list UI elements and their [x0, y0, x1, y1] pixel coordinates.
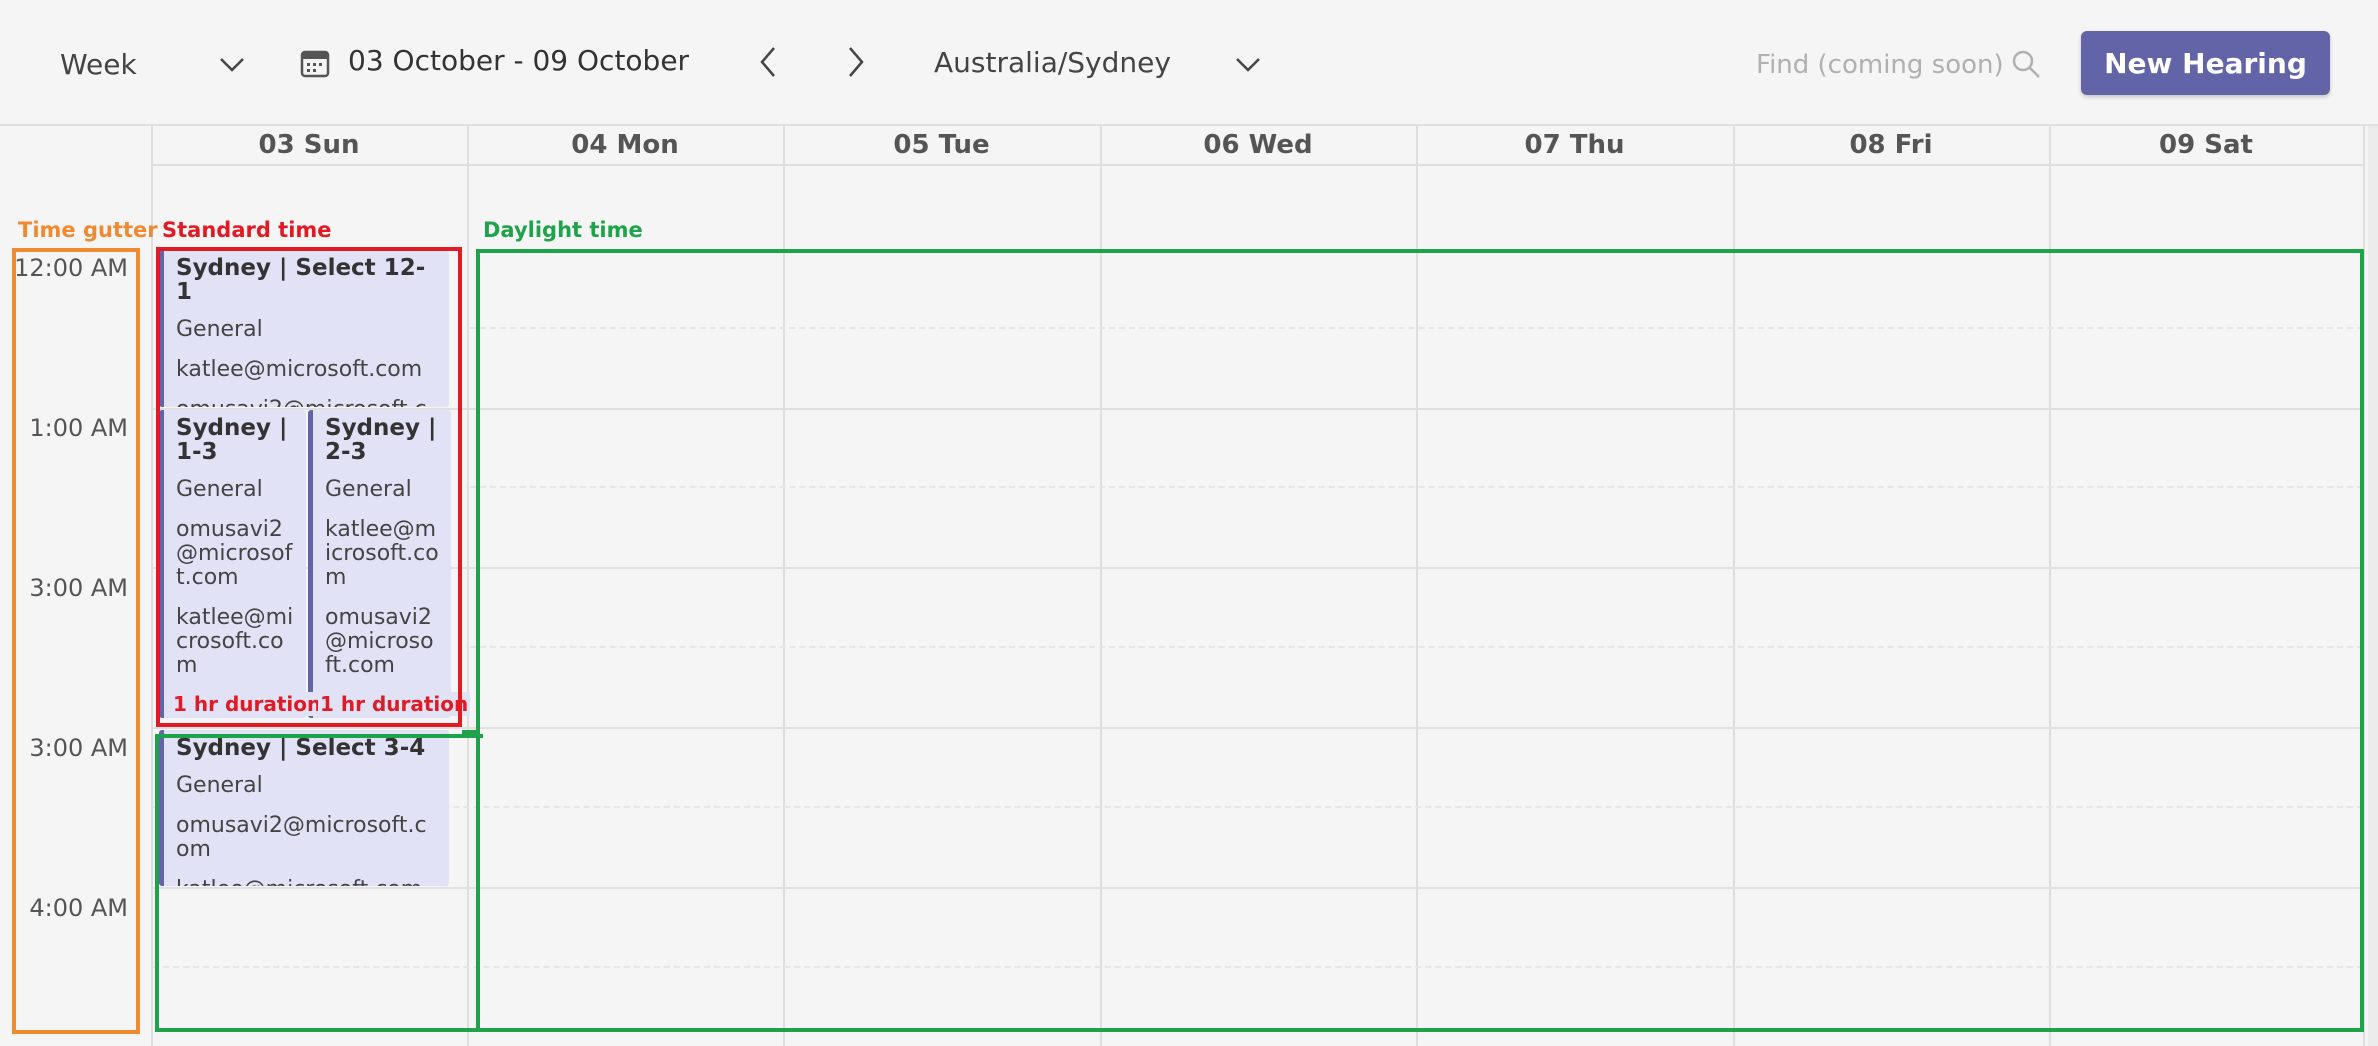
view-select-label: Week	[60, 47, 137, 81]
timezone-label: Australia/Sydney	[934, 46, 1171, 79]
time-gutter-annotation: Time gutter	[18, 218, 158, 242]
timezone-select[interactable]: Australia/Sydney	[934, 40, 1274, 88]
day-header-mon: 04 Mon	[571, 130, 679, 160]
time-gutter-highlight	[12, 248, 140, 1034]
day-header-fri: 08 Fri	[1849, 130, 1933, 160]
standard-time-highlight	[156, 247, 462, 727]
search-box[interactable]	[1754, 40, 2044, 88]
daylight-time-highlight	[476, 249, 2364, 1032]
previous-week-button[interactable]	[748, 40, 788, 88]
daylight-time-connector	[462, 730, 480, 734]
standard-time-annotation: Standard time	[162, 218, 332, 242]
vertical-scrollbar[interactable]	[2368, 126, 2378, 1046]
daylight-time-highlight-left	[155, 734, 483, 1032]
date-range-label[interactable]: 03 October - 09 October	[348, 44, 689, 77]
day-header-thu: 07 Thu	[1524, 130, 1625, 160]
toolbar-divider	[0, 124, 2378, 126]
day-header-wed: 06 Wed	[1203, 130, 1313, 160]
chevron-down-icon	[218, 54, 246, 78]
view-select[interactable]: Week	[60, 40, 250, 88]
day-header-sat: 09 Sat	[2159, 130, 2253, 160]
day-header-sun: 03 Sun	[258, 130, 360, 160]
daylight-time-annotation: Daylight time	[483, 218, 643, 242]
grid-line	[151, 126, 153, 1046]
calendar-icon	[300, 48, 330, 82]
chevron-right-icon	[845, 45, 867, 83]
chevron-left-icon	[757, 45, 779, 83]
new-hearing-button[interactable]: New Hearing	[2081, 31, 2330, 95]
search-icon[interactable]	[2010, 48, 2042, 84]
grid-line	[151, 164, 2365, 166]
chevron-down-icon	[1234, 54, 1262, 78]
day-header-tue: 05 Tue	[893, 130, 990, 160]
search-input[interactable]	[1754, 44, 2008, 86]
next-week-button[interactable]	[836, 40, 876, 88]
